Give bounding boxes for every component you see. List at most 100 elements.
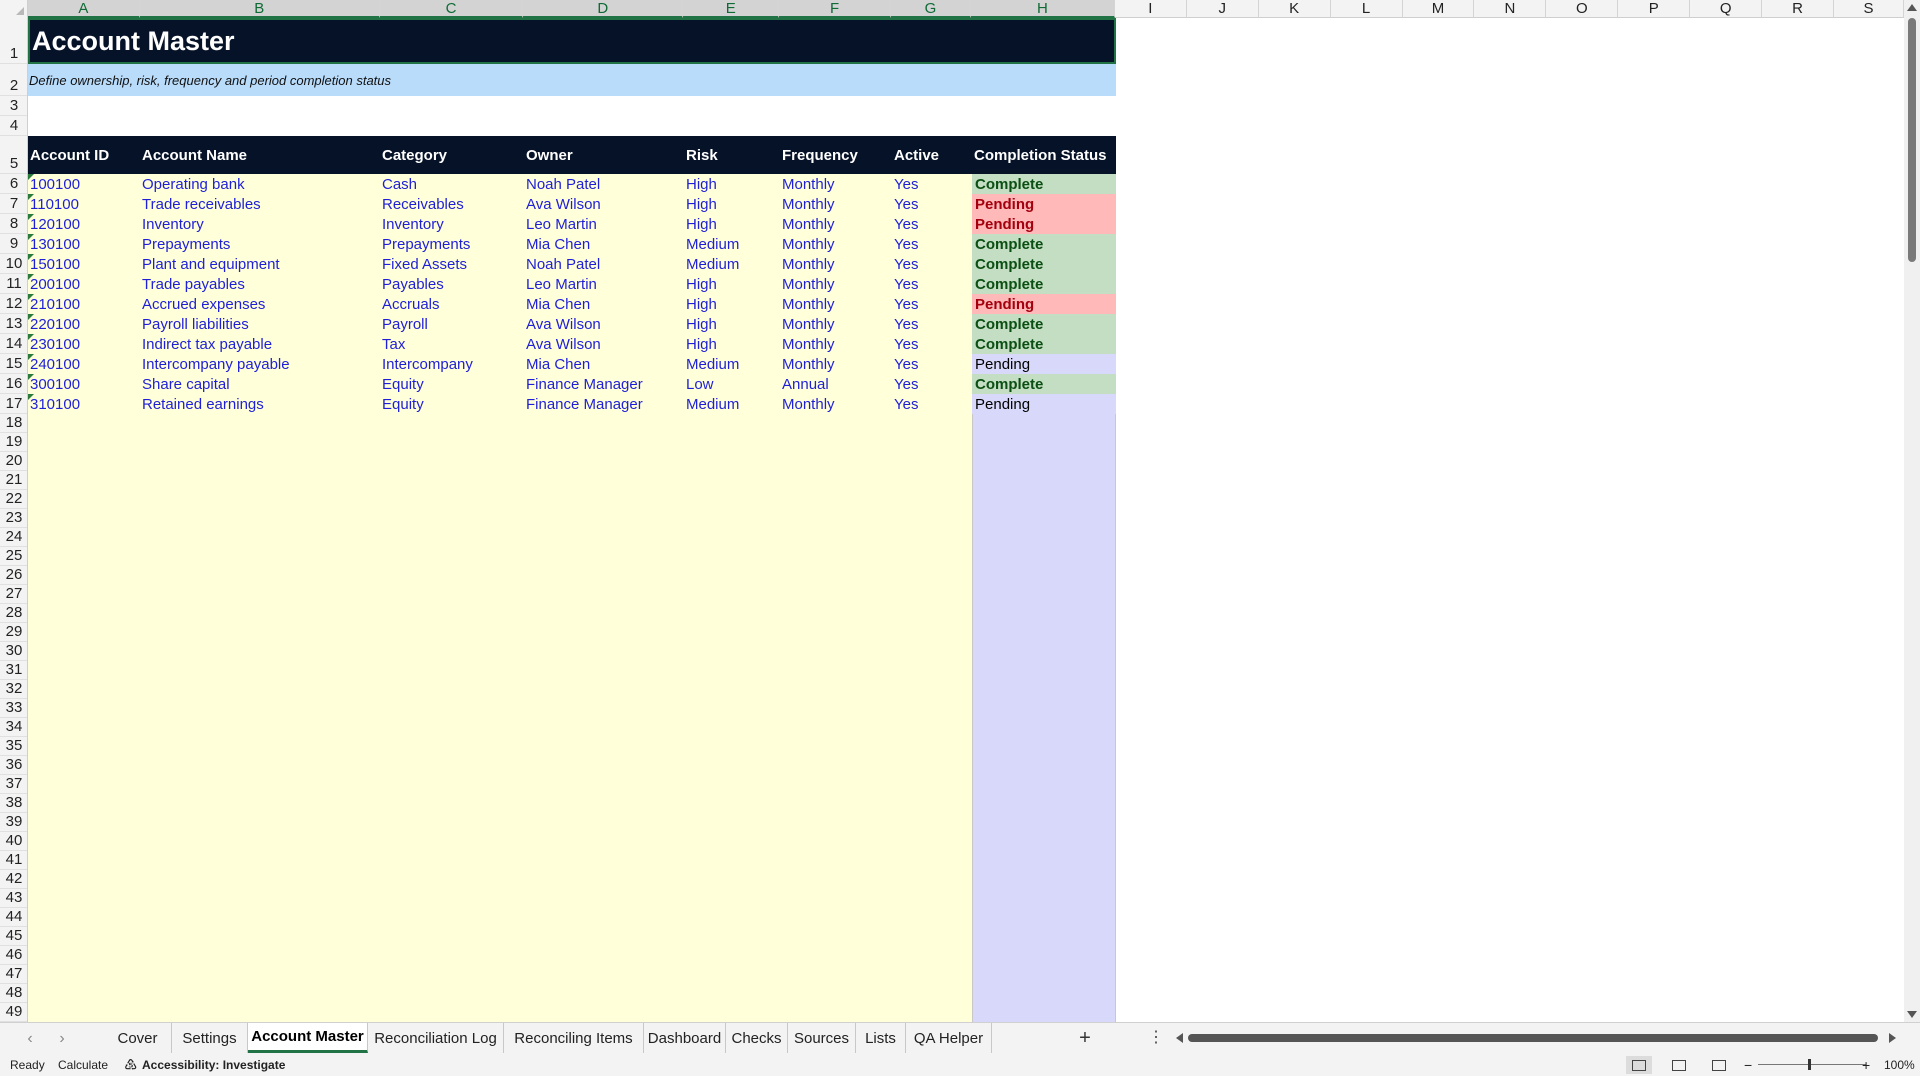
zoom-slider[interactable] [1758, 1064, 1866, 1065]
sheet-grid[interactable]: Account Master Define ownership, risk, f… [28, 18, 1904, 1022]
column-title-frequency[interactable]: Frequency [780, 136, 892, 174]
cell-name[interactable]: Prepayments [140, 234, 380, 254]
accessibility-status[interactable]: Accessibility: Investigate [142, 1054, 285, 1076]
cell-owner[interactable]: Noah Patel [524, 254, 684, 274]
cell-completion-status[interactable]: Complete [972, 374, 1116, 394]
normal-view-icon[interactable] [1626, 1056, 1652, 1074]
page-layout-view-icon[interactable] [1666, 1056, 1692, 1074]
column-header-o[interactable]: O [1546, 0, 1619, 18]
cell-owner[interactable]: Finance Manager [524, 394, 684, 414]
cell-name[interactable]: Accrued expenses [140, 294, 380, 314]
cell-id[interactable]: 100100 [28, 174, 140, 194]
column-header-n[interactable]: N [1474, 0, 1547, 18]
cell-category[interactable]: Prepayments [380, 234, 524, 254]
cell-owner[interactable]: Finance Manager [524, 374, 684, 394]
cell-category[interactable]: Payroll [380, 314, 524, 334]
row-header-46[interactable]: 46 [0, 946, 27, 965]
row-header-44[interactable]: 44 [0, 908, 27, 927]
row-header-43[interactable]: 43 [0, 889, 27, 908]
cell-active[interactable]: Yes [892, 254, 972, 274]
column-header-i[interactable]: I [1115, 0, 1187, 18]
row-header-22[interactable]: 22 [0, 490, 27, 509]
cell-name[interactable]: Inventory [140, 214, 380, 234]
cell-active[interactable]: Yes [892, 334, 972, 354]
cell-category[interactable]: Payables [380, 274, 524, 294]
row-header-48[interactable]: 48 [0, 984, 27, 1003]
row-header-25[interactable]: 25 [0, 547, 27, 566]
cell-name[interactable]: Indirect tax payable [140, 334, 380, 354]
row-header-47[interactable]: 47 [0, 965, 27, 984]
row-header-6[interactable]: 6 [0, 174, 27, 194]
column-header-m[interactable]: M [1403, 0, 1475, 18]
column-title-completion-status[interactable]: Completion Status [972, 136, 1116, 174]
tab-sources[interactable]: Sources [788, 1023, 856, 1053]
cell-risk[interactable]: Medium [684, 354, 780, 374]
row-header-19[interactable]: 19 [0, 433, 27, 452]
row-header-20[interactable]: 20 [0, 452, 27, 471]
cell-completion-status[interactable]: Pending [972, 194, 1116, 214]
row-header-21[interactable]: 21 [0, 471, 27, 490]
row-header-36[interactable]: 36 [0, 756, 27, 775]
row-header-31[interactable]: 31 [0, 661, 27, 680]
column-header-b[interactable]: B [139, 0, 380, 18]
cell-frequency[interactable]: Monthly [780, 294, 892, 314]
cell-id[interactable]: 130100 [28, 234, 140, 254]
cell-id[interactable]: 120100 [28, 214, 140, 234]
cell-name[interactable]: Share capital [140, 374, 380, 394]
cell-frequency[interactable]: Monthly [780, 234, 892, 254]
row-header-42[interactable]: 42 [0, 870, 27, 889]
cell-frequency[interactable]: Monthly [780, 274, 892, 294]
cell-risk[interactable]: Medium [684, 234, 780, 254]
cell-owner[interactable]: Mia Chen [524, 234, 684, 254]
cell-name[interactable]: Intercompany payable [140, 354, 380, 374]
column-header-l[interactable]: L [1331, 0, 1403, 18]
cell-completion-status[interactable]: Pending [972, 294, 1116, 314]
tab-cover[interactable]: Cover [104, 1023, 172, 1053]
cell-owner[interactable]: Ava Wilson [524, 314, 684, 334]
cell-category[interactable]: Receivables [380, 194, 524, 214]
cell-frequency[interactable]: Monthly [780, 354, 892, 374]
cell-completion-status[interactable]: Complete [972, 274, 1116, 294]
row-header-24[interactable]: 24 [0, 528, 27, 547]
cell-owner[interactable]: Leo Martin [524, 274, 684, 294]
cell-active[interactable]: Yes [892, 394, 972, 414]
row-header-26[interactable]: 26 [0, 566, 27, 585]
cell-frequency[interactable]: Monthly [780, 174, 892, 194]
cell-completion-status[interactable]: Pending [972, 394, 1116, 414]
horizontal-scroll-thumb[interactable] [1188, 1034, 1878, 1042]
cell-active[interactable]: Yes [892, 194, 972, 214]
cell-name[interactable]: Payroll liabilities [140, 314, 380, 334]
zoom-in-icon[interactable]: + [1862, 1054, 1870, 1076]
cell-risk[interactable]: High [684, 294, 780, 314]
row-header-4[interactable]: 4 [0, 116, 27, 136]
tab-lists[interactable]: Lists [856, 1023, 906, 1053]
column-header-d[interactable]: D [523, 0, 684, 18]
column-header-r[interactable]: R [1762, 0, 1835, 18]
cell-owner[interactable]: Noah Patel [524, 174, 684, 194]
column-title-owner[interactable]: Owner [524, 136, 684, 174]
cell-active[interactable]: Yes [892, 314, 972, 334]
cell-frequency[interactable]: Monthly [780, 394, 892, 414]
cell-frequency[interactable]: Monthly [780, 214, 892, 234]
cell-owner[interactable]: Mia Chen [524, 354, 684, 374]
row-header-14[interactable]: 14 [0, 334, 27, 354]
row-header-23[interactable]: 23 [0, 509, 27, 528]
cell-name[interactable]: Trade payables [140, 274, 380, 294]
column-header-j[interactable]: J [1187, 0, 1259, 18]
column-title-account-name[interactable]: Account Name [140, 136, 380, 174]
row-header-18[interactable]: 18 [0, 414, 27, 433]
cell-category[interactable]: Equity [380, 394, 524, 414]
accessibility-icon[interactable]: ♷ [124, 1054, 137, 1076]
zoom-slider-thumb[interactable] [1808, 1059, 1811, 1070]
column-header-f[interactable]: F [779, 0, 892, 18]
select-all-corner[interactable] [0, 0, 28, 18]
cell-active[interactable]: Yes [892, 374, 972, 394]
zoom-out-icon[interactable]: − [1744, 1054, 1752, 1076]
tab-account-master[interactable]: Account Master [248, 1023, 368, 1053]
cell-category[interactable]: Cash [380, 174, 524, 194]
cell-category[interactable]: Fixed Assets [380, 254, 524, 274]
cell-id[interactable]: 110100 [28, 194, 140, 214]
cell-completion-status[interactable]: Complete [972, 334, 1116, 354]
cell-risk[interactable]: High [684, 194, 780, 214]
cell-name[interactable]: Trade receivables [140, 194, 380, 214]
